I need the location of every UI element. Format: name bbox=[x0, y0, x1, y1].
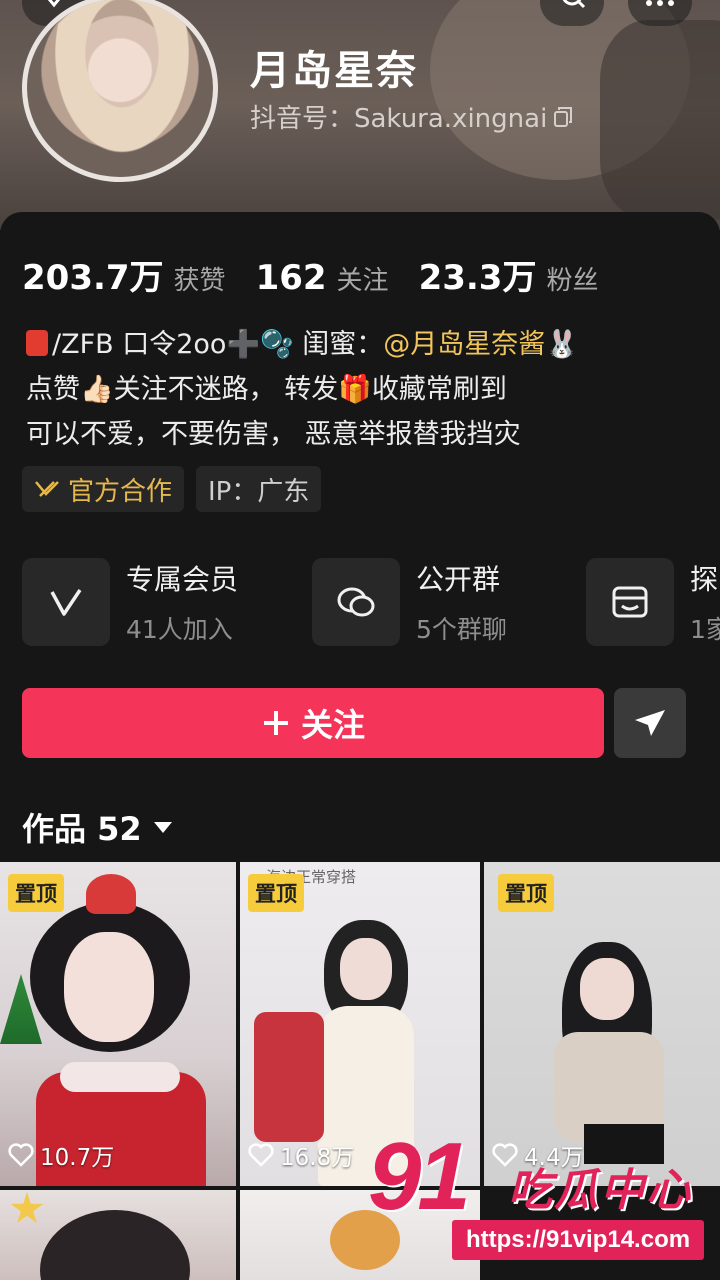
feature-row: 专属会员 41人加入 公开群 5个群聊 探 1家 bbox=[22, 558, 720, 648]
like-count: 16.8万 bbox=[248, 1138, 354, 1172]
douyin-id[interactable]: 抖音号：Sakura.xingnai bbox=[250, 98, 573, 135]
thumbnail-garment-shape bbox=[254, 1012, 324, 1142]
follow-label: 关注 bbox=[300, 706, 365, 744]
pinned-badge: 置顶 bbox=[498, 874, 554, 912]
watermark-number: 91 bbox=[368, 1123, 471, 1230]
pinned-badge: 置顶 bbox=[8, 874, 64, 912]
site-watermark: 91 吃瓜中心 https://91vip14.com bbox=[368, 1123, 720, 1268]
membership-title: 专属会员 bbox=[126, 563, 239, 596]
thumbnail-lace-shape bbox=[60, 1062, 180, 1092]
likes-count[interactable]: 203.7万 bbox=[22, 250, 164, 299]
store-title: 探 bbox=[690, 563, 719, 596]
ip-location-tag: IP：广东 bbox=[196, 466, 322, 512]
background-shape bbox=[600, 20, 720, 220]
profile-tags: 官方合作 IP：广东 bbox=[22, 466, 322, 512]
like-count: 10.7万 bbox=[8, 1138, 114, 1172]
like-count-text: 10.7万 bbox=[40, 1145, 115, 1171]
profile-panel: 203.7万 获赞 162 关注 23.3万 粉丝 /ZFB 口令2oo➕🫧 闺… bbox=[0, 212, 720, 1280]
v-badge-icon bbox=[50, 589, 82, 616]
chat-bubbles-icon bbox=[337, 587, 375, 617]
thumbnail-hair-shape bbox=[40, 1210, 190, 1280]
more-icon bbox=[646, 0, 674, 6]
avatar-hair-shape bbox=[37, 0, 207, 177]
search-icon bbox=[562, 0, 586, 9]
followers-count[interactable]: 23.3万 bbox=[419, 250, 537, 299]
pinned-badge: 置顶 bbox=[248, 874, 304, 912]
like-count-text: 16.8万 bbox=[280, 1145, 355, 1171]
follow-button[interactable]: 关注 bbox=[22, 688, 604, 758]
caret-down-icon bbox=[153, 822, 172, 833]
ip-location-label: IP：广东 bbox=[208, 476, 310, 507]
store-subtitle: 1家 bbox=[690, 615, 720, 644]
following-label[interactable]: 关注 bbox=[337, 260, 389, 297]
store-icon-box bbox=[586, 558, 674, 646]
membership-text: 专属会员 41人加入 bbox=[126, 558, 238, 646]
bio-line-2: 点赞👍🏻关注不迷路， 转发🎁收藏常刷到 bbox=[26, 374, 507, 405]
stats-row: 203.7万 获赞 162 关注 23.3万 粉丝 bbox=[22, 250, 628, 299]
douyin-id-text: 抖音号：Sakura.xingnai bbox=[250, 104, 548, 134]
works-tab[interactable]: 作品 52 bbox=[22, 804, 174, 850]
star-sticker-shape bbox=[10, 1192, 44, 1223]
thumbnail-face-shape bbox=[580, 958, 634, 1020]
store-icon bbox=[612, 586, 648, 618]
store-text: 探 1家 bbox=[690, 558, 720, 646]
exclusive-membership-entry[interactable]: 专属会员 41人加入 bbox=[22, 558, 238, 646]
thumbnail-face-shape bbox=[64, 932, 154, 1042]
group-subtitle: 5个群聊 bbox=[416, 615, 507, 644]
send-icon bbox=[635, 710, 665, 736]
bio: /ZFB 口令2oo➕🫧 闺蜜：@月岛星奈酱🐰 点赞👍🏻关注不迷路， 转发🎁收藏… bbox=[26, 322, 579, 457]
official-cooperation-tag[interactable]: 官方合作 bbox=[22, 466, 185, 512]
bio-mention-link[interactable]: @月岛星奈酱🐰 bbox=[383, 329, 579, 360]
profile-header-background: 月岛星奈 抖音号：Sakura.xingnai bbox=[0, 0, 720, 230]
store-entry[interactable]: 探 1家 bbox=[586, 558, 720, 646]
following-count[interactable]: 162 bbox=[256, 258, 327, 298]
heart-icon bbox=[248, 1143, 274, 1167]
plus-icon bbox=[263, 711, 288, 735]
heart-icon bbox=[8, 1143, 34, 1167]
bio-line-3: 可以不爱，不要伤害， 恶意举报替我挡灾 bbox=[26, 419, 521, 450]
video-tile[interactable]: 置顶 10.7万 bbox=[0, 862, 236, 1186]
followers-label[interactable]: 粉丝 bbox=[546, 260, 598, 297]
bio-line-1-text: /ZFB 口令2oo➕🫧 闺蜜： bbox=[52, 329, 384, 360]
watermark-url: https://91vip14.com bbox=[452, 1220, 705, 1260]
message-share-button[interactable] bbox=[614, 688, 686, 758]
avatar[interactable] bbox=[22, 0, 218, 182]
copy-icon bbox=[554, 106, 573, 127]
public-group-entry[interactable]: 公开群 5个群聊 bbox=[312, 558, 507, 646]
thumbnail-face-shape bbox=[340, 938, 392, 1000]
santa-hat-shape bbox=[86, 874, 136, 914]
red-envelope-icon bbox=[26, 330, 48, 356]
profile-nickname: 月岛星奈 bbox=[250, 48, 418, 94]
video-tile[interactable] bbox=[0, 1190, 236, 1280]
group-title: 公开群 bbox=[416, 563, 501, 596]
bio-line-1: /ZFB 口令2oo➕🫧 闺蜜：@月岛星奈酱🐰 bbox=[26, 322, 579, 367]
membership-icon-box bbox=[22, 558, 110, 646]
works-label: 作品 52 bbox=[22, 810, 142, 848]
watermark-name: 吃瓜中心 bbox=[508, 1165, 692, 1216]
handshake-icon bbox=[35, 481, 59, 497]
group-text: 公开群 5个群聊 bbox=[416, 558, 507, 646]
official-cooperation-label: 官方合作 bbox=[68, 476, 173, 507]
group-icon-box bbox=[312, 558, 400, 646]
membership-subtitle: 41人加入 bbox=[126, 615, 233, 644]
likes-label[interactable]: 获赞 bbox=[174, 260, 226, 297]
